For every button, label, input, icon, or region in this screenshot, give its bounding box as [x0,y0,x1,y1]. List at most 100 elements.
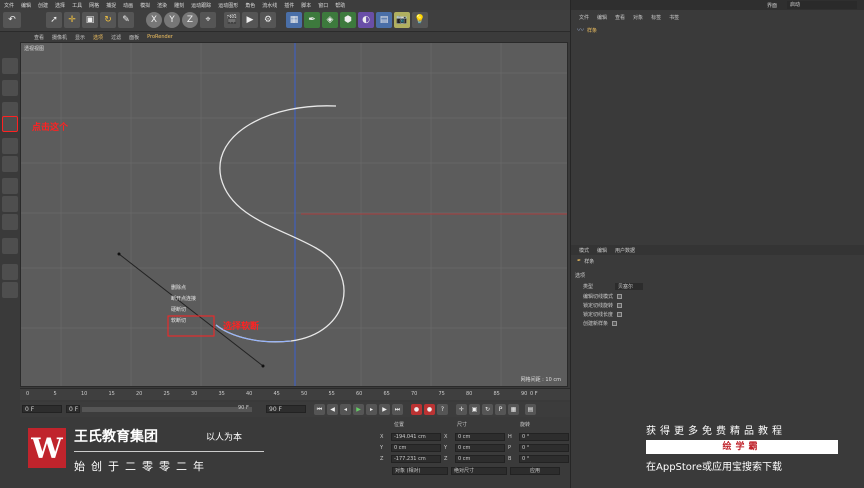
menu-simulate[interactable]: 模拟 [140,2,150,9]
axis-mode-icon[interactable] [2,178,18,194]
menu-select[interactable]: 选择 [55,2,65,9]
current-frame-field[interactable]: 0 F [66,405,80,413]
perspective-viewport[interactable]: 透视视图 网格间距 : 10 cm 删除点 断开点连接 硬断切 软断切 选择软断 [20,42,568,387]
move-icon[interactable]: ✛ [64,12,80,28]
render-settings-icon[interactable]: ⚙ [260,12,276,28]
rotation-p-field[interactable]: 0 ° [519,443,569,452]
timeline-window-icon[interactable]: ▤ [525,404,536,415]
size-y-field[interactable]: 0 cm [455,443,505,452]
menu-snap[interactable]: 捕捉 [106,2,116,9]
autokey-icon[interactable]: ● [424,404,435,415]
model-mode-icon[interactable] [2,80,18,96]
vp-menu-view[interactable]: 查看 [34,34,44,41]
play-icon[interactable]: ▶ [353,404,364,415]
rotate-icon[interactable]: ↻ [100,12,116,28]
z-axis-icon[interactable]: Z [182,12,198,28]
attr-menu-edit[interactable]: 编辑 [597,247,607,254]
edges-mode-icon[interactable] [2,138,18,154]
viewport-canvas[interactable] [21,43,568,387]
next-frame-icon[interactable]: ▸ [366,404,377,415]
menu-motion-tracking[interactable]: 运动跟踪 [191,2,211,9]
object-row-spline[interactable]: 〰 样条 [577,25,597,35]
obj-menu-bookmarks[interactable]: 书签 [669,14,679,21]
menu-file[interactable]: 文件 [4,2,14,9]
menu-plugins[interactable]: 插件 [284,2,294,9]
recent-tool-icon[interactable]: ✎ [118,12,134,28]
apply-button[interactable]: 应用 [510,466,560,475]
menu-sculpt[interactable]: 雕刻 [174,2,184,9]
option-checkbox[interactable] [617,312,623,317]
points-mode-icon[interactable] [2,116,18,132]
camera-icon[interactable]: 📷 [394,12,410,28]
subdivision-icon[interactable]: ◈ [322,12,338,28]
undo-icon[interactable]: ↶ [3,12,21,28]
next-key-icon[interactable]: ▶ [379,404,390,415]
light-icon[interactable]: 💡 [412,12,428,28]
floor-icon[interactable]: ▤ [376,12,392,28]
select-icon[interactable]: ➚ [46,12,62,28]
prev-key-icon[interactable]: ◀ [327,404,338,415]
menu-script[interactable]: 脚本 [301,2,311,9]
menu-render[interactable]: 渲染 [157,2,167,9]
menu-window[interactable]: 窗口 [318,2,328,9]
start-frame-field[interactable]: 0 F [22,405,62,413]
menu-character[interactable]: 角色 [245,2,255,9]
vp-menu-prorender[interactable]: ProRender [147,34,173,40]
pla-key-icon[interactable]: ▦ [508,404,519,415]
position-key-icon[interactable]: ✛ [456,404,467,415]
array-icon[interactable]: ⬢ [340,12,356,28]
size-mode-dropdown[interactable]: 绝对尺寸 [451,466,507,475]
vp-menu-display[interactable]: 显示 [75,34,85,41]
menu-mesh[interactable]: 网格 [89,2,99,9]
ctx-hard-interpolation[interactable]: 硬断切 [171,305,221,316]
vp-menu-options[interactable]: 选项 [93,34,103,41]
scale-icon[interactable]: ▣ [82,12,98,28]
menu-tools[interactable]: 工具 [72,2,82,9]
option-checkbox[interactable] [617,303,623,308]
parameter-key-icon[interactable]: P [495,404,506,415]
coordinate-system-icon[interactable]: ⌖ [200,12,216,28]
menu-animate[interactable]: 动画 [123,2,133,9]
ctx-disconnect-point[interactable]: 断开点连接 [171,294,221,305]
record-icon[interactable]: ● [411,404,422,415]
obj-menu-objects[interactable]: 对象 [633,14,643,21]
ctx-soft-interpolation[interactable]: 软断切 [171,316,221,327]
position-z-field[interactable]: -177.231 cm [391,454,441,463]
menu-help[interactable]: 帮助 [335,2,345,9]
ctx-delete-point[interactable]: 删除点 [171,283,221,294]
scale-key-icon[interactable]: ▣ [469,404,480,415]
position-y-field[interactable]: 0 cm [391,443,441,452]
menu-create[interactable]: 创建 [38,2,48,9]
vp-menu-cameras[interactable]: 摄像机 [52,34,67,41]
obj-menu-file[interactable]: 文件 [579,14,589,21]
obj-menu-view[interactable]: 查看 [615,14,625,21]
size-x-field[interactable]: 0 cm [455,432,505,441]
pen-icon[interactable]: ✒ [304,12,320,28]
snap-icon[interactable] [2,214,18,230]
coord-mode-dropdown[interactable]: 对象 (相对) [392,466,448,475]
end-frame-field[interactable]: 90 F [266,405,306,413]
rotation-b-field[interactable]: 0 ° [519,454,569,463]
go-start-icon[interactable]: ⏮ [314,404,325,415]
range-slider[interactable] [82,407,252,412]
prev-frame-icon[interactable]: ◂ [340,404,351,415]
cube-icon[interactable]: ▦ [286,12,302,28]
attr-menu-userdata[interactable]: 用户数据 [615,247,635,254]
tweak-icon[interactable] [2,196,18,212]
go-end-icon[interactable]: ⏭ [392,404,403,415]
attr-menu-mode[interactable]: 模式 [579,247,589,254]
x-axis-icon[interactable]: X [146,12,162,28]
menu-pipeline[interactable]: 流水线 [262,2,277,9]
vp-menu-panel[interactable]: 面板 [129,34,139,41]
keyframe-selection-icon[interactable]: ? [437,404,448,415]
menu-edit[interactable]: 编辑 [21,2,31,9]
grid-icon[interactable] [2,264,18,280]
render-view-icon[interactable]: 🎬 [224,12,240,28]
option-checkbox[interactable] [612,321,618,326]
y-axis-icon[interactable]: Y [164,12,180,28]
type-dropdown[interactable]: 贝塞尔 [615,283,644,290]
obj-menu-edit[interactable]: 编辑 [597,14,607,21]
render-picture-viewer-icon[interactable]: ▶ [242,12,258,28]
position-x-field[interactable]: -194.041 cm [391,432,441,441]
timeline-ruler[interactable]: 0 5 10 15 20 25 30 35 40 45 50 55 60 65 70 75 80 85 90 0 F [20,388,570,400]
